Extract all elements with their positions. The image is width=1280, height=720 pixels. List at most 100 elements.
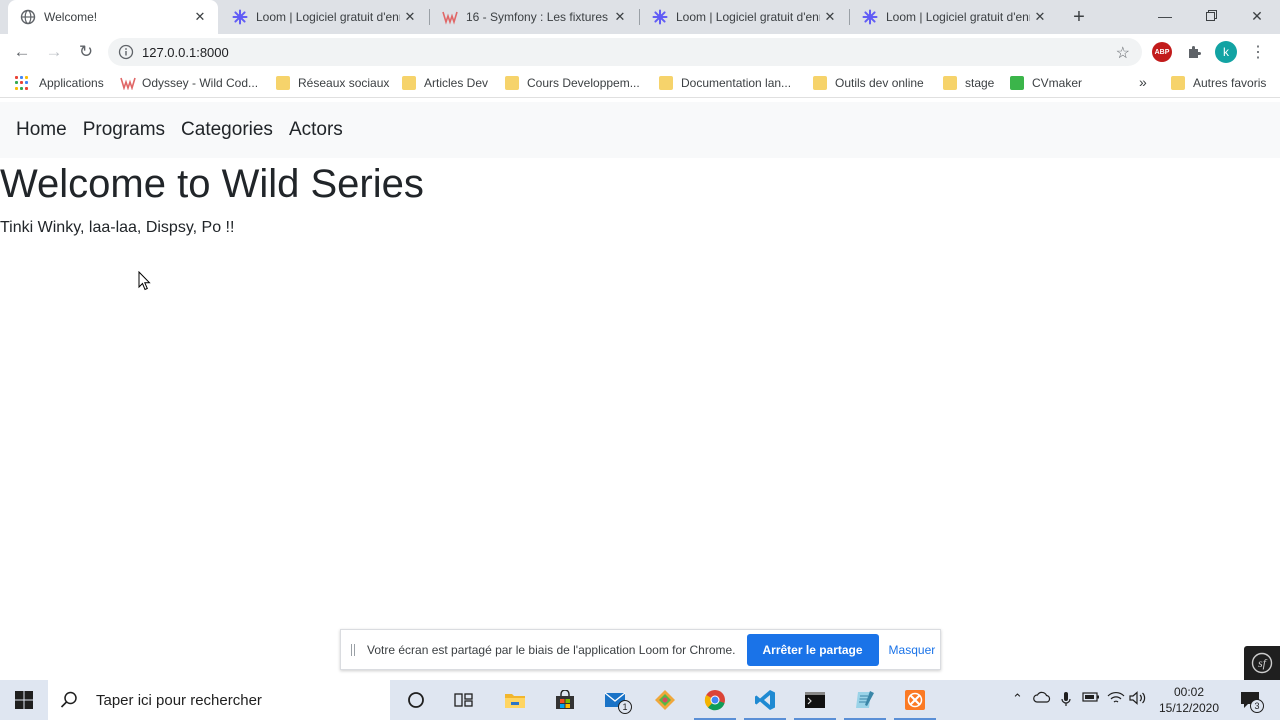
xampp-icon[interactable] — [903, 688, 927, 712]
reload-button[interactable]: ↻ — [74, 40, 98, 64]
tray-chevron-up-icon[interactable]: ⌃ — [1012, 691, 1023, 707]
page-title: Welcome to Wild Series — [0, 162, 424, 206]
tab-loom-2[interactable]: Loom | Logiciel gratuit d'enregistrement… — [640, 0, 848, 34]
clock-date: 15/12/2020 — [1158, 701, 1220, 715]
tab-welcome[interactable]: Welcome! ✕ — [8, 0, 218, 34]
file-explorer-icon[interactable] — [503, 688, 527, 712]
gitkraken-icon[interactable] — [653, 688, 677, 712]
bookmark-folder-reseaux-sociaux[interactable]: Réseaux sociaux — [276, 76, 389, 90]
reload-icon: ↻ — [78, 42, 94, 61]
windows-taskbar: 1 ⌃ 00:02 15/12/2020 3 — [0, 680, 1280, 720]
bookmark-folder-outils-dev[interactable]: Outils dev online — [813, 76, 924, 90]
new-tab-button[interactable]: + — [1068, 6, 1090, 28]
folder-icon — [1171, 76, 1185, 90]
folder-icon — [276, 76, 290, 90]
cortana-icon[interactable] — [404, 688, 428, 712]
site-navbar: Home Programs Categories Actors — [0, 102, 1280, 158]
restore-icon — [1205, 8, 1217, 24]
folder-icon — [813, 76, 827, 90]
vscode-icon[interactable] — [753, 688, 777, 712]
onedrive-cloud-icon[interactable] — [1033, 691, 1051, 706]
mail-icon[interactable]: 1 — [603, 688, 632, 714]
action-center-icon[interactable]: 3 — [1238, 688, 1264, 713]
microphone-icon[interactable] — [1061, 691, 1071, 710]
arrow-right-icon: → — [45, 42, 63, 61]
bookmark-folder-articles-dev[interactable]: Articles Dev — [402, 76, 488, 90]
nav-link-actors[interactable]: Actors — [289, 119, 343, 141]
forward-button[interactable]: → — [42, 40, 66, 64]
notepad-icon[interactable] — [853, 688, 877, 712]
bookmark-label: stage — [965, 76, 995, 90]
back-button[interactable]: ← — [10, 40, 34, 64]
adblock-plus-icon[interactable]: ABP — [1152, 42, 1172, 62]
wild-code-icon — [442, 9, 458, 25]
clock-time: 00:02 — [1173, 685, 1205, 699]
screen-share-banner: Votre écran est partagé par le biais de … — [340, 629, 941, 670]
bookmarks-overflow-button[interactable]: » — [1139, 74, 1147, 90]
nav-link-home[interactable]: Home — [16, 119, 67, 141]
bookmark-folder-other[interactable]: Autres favoris — [1171, 76, 1266, 90]
store-icon[interactable] — [553, 688, 577, 712]
tab-loom-1[interactable]: Loom | Logiciel gratuit d'enregistrement… — [220, 0, 428, 34]
bookmark-folder-stage[interactable]: stage — [943, 76, 994, 90]
folder-icon — [402, 76, 416, 90]
task-view-icon[interactable] — [452, 688, 476, 712]
nav-link-categories[interactable]: Categories — [181, 119, 273, 141]
browser-toolbar: ← → ↻ ☆ ABP k ⋮ — [0, 34, 1280, 70]
nav-link-programs[interactable]: Programs — [83, 119, 165, 141]
tab-loom-3[interactable]: Loom | Logiciel gratuit d'enregistrement… — [850, 0, 1058, 34]
page-subtitle: Tinki Winky, laa-laa, Dispsy, Po !! — [0, 219, 235, 236]
extensions-puzzle-icon[interactable] — [1184, 42, 1204, 62]
wifi-icon[interactable] — [1107, 691, 1125, 708]
bookmarks-bar: Applications Odyssey - Wild Cod... Résea… — [0, 70, 1280, 98]
chrome-icon[interactable] — [703, 688, 727, 712]
close-tab-icon[interactable]: ✕ — [1030, 7, 1050, 27]
tab-symfony-fixtures[interactable]: 16 - Symfony : Les fixtures ✕ — [430, 0, 638, 34]
profile-avatar[interactable]: k — [1215, 41, 1237, 63]
address-bar[interactable]: ☆ — [108, 38, 1142, 66]
tab-title: Welcome! — [44, 10, 98, 24]
tab-title: 16 - Symfony : Les fixtures — [466, 10, 609, 24]
close-tab-icon[interactable]: ✕ — [610, 7, 630, 27]
windows-start-button[interactable] — [12, 688, 36, 712]
notification-badge: 3 — [1250, 699, 1264, 713]
close-tab-icon[interactable]: ✕ — [400, 7, 420, 27]
wild-code-icon — [120, 76, 136, 91]
bookmark-odyssey[interactable]: Odyssey - Wild Cod... — [120, 76, 258, 91]
terminal-icon[interactable] — [803, 688, 827, 712]
mouse-pointer-icon — [138, 270, 151, 296]
hide-banner-link[interactable]: Masquer — [889, 643, 936, 657]
close-tab-icon[interactable]: ✕ — [190, 7, 210, 27]
bookmark-applications[interactable]: Applications — [15, 76, 104, 90]
bookmark-folder-documentation[interactable]: Documentation lan... — [659, 76, 791, 90]
bookmark-star-icon[interactable]: ☆ — [1116, 43, 1130, 63]
stop-sharing-button[interactable]: Arrêter le partage — [746, 633, 879, 666]
restore-button[interactable] — [1188, 0, 1234, 32]
battery-icon[interactable] — [1082, 691, 1100, 706]
taskbar-search-input[interactable] — [96, 691, 376, 709]
info-icon[interactable] — [118, 44, 134, 60]
more-menu-icon[interactable]: ⋮ — [1248, 42, 1268, 62]
bookmark-label: Cours Developpem... — [527, 76, 640, 90]
taskbar-search[interactable] — [48, 680, 390, 720]
bookmark-cvmaker[interactable]: CVmaker — [1010, 76, 1082, 90]
close-tab-icon[interactable]: ✕ — [820, 7, 840, 27]
system-clock[interactable]: 00:02 15/12/2020 — [1150, 684, 1228, 716]
tab-title: Loom | Logiciel gratuit d'enregistrement — [886, 10, 1030, 24]
symfony-toolbar-icon[interactable]: sf — [1244, 646, 1280, 680]
url-input[interactable] — [142, 44, 1042, 60]
arrow-left-icon: ← — [13, 42, 31, 61]
bookmark-folder-cours[interactable]: Cours Developpem... — [505, 76, 640, 90]
volume-icon[interactable] — [1129, 691, 1147, 708]
close-window-button[interactable]: ✕ — [1234, 0, 1280, 32]
plus-icon: + — [1073, 6, 1085, 28]
folder-icon — [659, 76, 673, 90]
tab-title: Loom | Logiciel gratuit d'enregistrement — [256, 10, 400, 24]
minimize-button[interactable]: — — [1142, 0, 1188, 32]
svg-text:sf: sf — [1258, 656, 1268, 670]
drag-handle-icon[interactable] — [351, 643, 355, 656]
apps-grid-icon — [15, 76, 29, 90]
tab-strip: Welcome! ✕ Loom | Logiciel gratuit d'enr… — [0, 0, 1280, 34]
bookmark-label: Réseaux sociaux — [298, 76, 390, 90]
loom-icon — [652, 9, 668, 25]
